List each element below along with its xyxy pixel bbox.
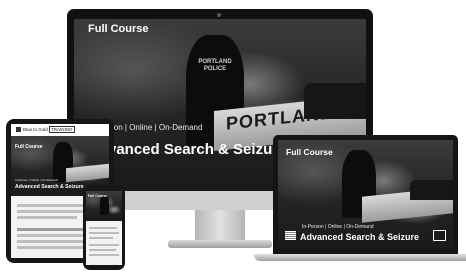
text-line bbox=[89, 254, 119, 256]
police-badge-text: PORTLAND POLICE bbox=[198, 59, 232, 72]
desktop-headline[interactable]: Advanced Search & Seizure bbox=[88, 141, 286, 158]
text-line bbox=[89, 237, 113, 239]
tablet-headline[interactable]: Advanced Search & Seizure bbox=[15, 184, 84, 190]
police-car bbox=[66, 163, 109, 183]
desktop-course-label: Full Course bbox=[88, 23, 149, 35]
laptop-hero-banner: Full Course In-Person | Online | On-Dema… bbox=[278, 140, 453, 248]
laptop-base bbox=[254, 254, 466, 261]
laptop-course-label: Full Course bbox=[286, 147, 333, 157]
text-line bbox=[89, 227, 117, 229]
phone-hero-banner: Full Course bbox=[86, 191, 122, 221]
text-line bbox=[17, 204, 87, 207]
laptop-subtitle: In-Person | Online | On-Demand bbox=[302, 224, 374, 230]
logo-icon bbox=[16, 127, 21, 132]
text-line bbox=[89, 249, 116, 251]
flag-icon bbox=[285, 231, 296, 240]
car-window bbox=[410, 180, 453, 200]
laptop-headline[interactable]: Advanced Search & Seizure bbox=[300, 232, 419, 242]
monitor-stand bbox=[195, 210, 245, 243]
text-line bbox=[89, 232, 119, 234]
text-line bbox=[17, 246, 87, 249]
book-icon bbox=[433, 230, 446, 241]
tablet-course-label: Full Course bbox=[15, 144, 43, 150]
tablet-subtitle: In-Person | Online | On-Demand bbox=[15, 178, 58, 182]
camera-icon bbox=[217, 13, 221, 17]
phone-screen: Full Course bbox=[86, 191, 122, 265]
tablet-header: Blue to Gold TRAINING bbox=[11, 124, 109, 136]
text-line bbox=[89, 244, 119, 246]
tablet-logo[interactable]: Blue to Gold TRAINING bbox=[23, 126, 75, 133]
officer-silhouette bbox=[100, 195, 109, 215]
car-window bbox=[304, 83, 366, 119]
text-line bbox=[17, 216, 77, 219]
phone-course-label: Full Course bbox=[88, 194, 108, 198]
monitor-foot bbox=[168, 240, 272, 248]
